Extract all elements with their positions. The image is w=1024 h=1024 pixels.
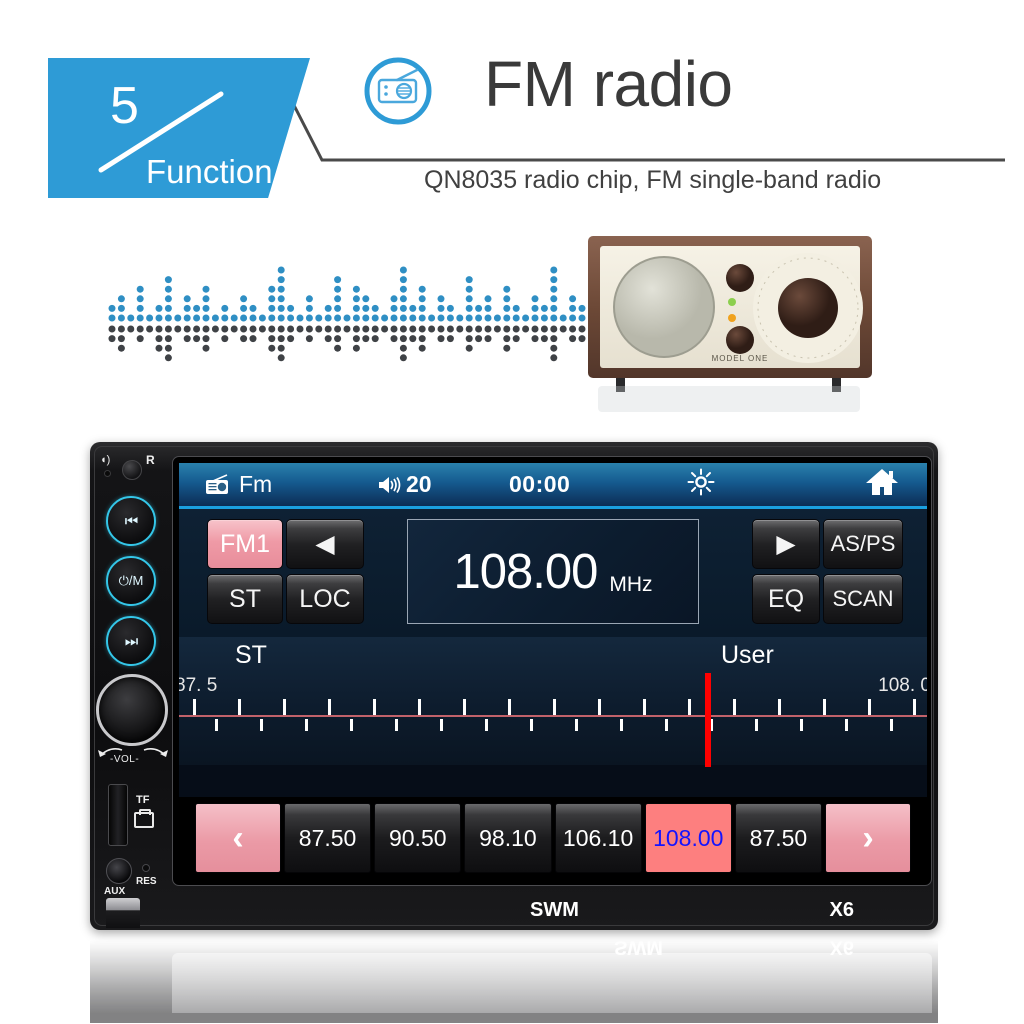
right-button-group: ▶ AS/PS EQ SCAN [752, 519, 903, 624]
badge-label: Function [146, 153, 273, 190]
hw-power-icon: ⏻/M [118, 573, 144, 588]
scale-max-label: 108. 0 [878, 675, 927, 696]
user-eq-indicator: User [721, 641, 774, 669]
frequency-unit: MHz [609, 573, 653, 596]
volume-value: 20 [406, 471, 432, 497]
reset-label: R [146, 453, 155, 467]
preset-button-active[interactable]: 108.00 [644, 803, 732, 873]
status-source-label: Fm [239, 471, 273, 497]
svg-text:MODEL ONE: MODEL ONE [712, 354, 769, 363]
vintage-radio-illustration: MODEL ONE [588, 236, 872, 412]
autostore-preset-scan-button[interactable]: AS/PS [823, 519, 903, 569]
brightness-button[interactable] [687, 468, 715, 501]
frequency-display: 108.00 MHz [407, 519, 699, 624]
equalizer-button[interactable]: EQ [752, 574, 820, 624]
band-select-button[interactable]: FM1 [207, 519, 283, 569]
tune-down-button[interactable]: ◀ [286, 519, 364, 569]
reflection-model: X6 [829, 936, 854, 958]
page-title: FM radio [484, 48, 733, 120]
left-button-group: FM1 ◀ ST LOC [207, 519, 367, 624]
tune-up-button[interactable]: ▶ [752, 519, 820, 569]
badge-number: 5 [110, 77, 139, 135]
scale-min-label: 87. 5 [179, 675, 218, 696]
device-brand-bar: SWM X6 [90, 892, 938, 930]
scale-baseline [179, 715, 927, 717]
tf-label: TF [136, 794, 150, 806]
radio-icon [364, 57, 432, 125]
status-bar: Fm 20 00:00 [179, 463, 927, 509]
home-icon [866, 469, 898, 495]
brightness-icon [687, 468, 715, 496]
preset-button[interactable]: 87.50 [734, 803, 823, 873]
aux-input-jack[interactable] [106, 858, 132, 884]
hw-next-icon: ⏭ [124, 632, 138, 650]
function-number-badge: 5 Function [48, 58, 310, 198]
tf-card-slot[interactable] [108, 784, 128, 846]
product-feature-page: 5 Function FM radio QN8035 radio chip, F… [0, 0, 1024, 1024]
preset-button[interactable]: 106.10 [554, 803, 642, 873]
hw-next-track-button[interactable]: ⏭ [106, 616, 156, 666]
hw-power-mode-button[interactable]: ⏻/M [106, 556, 156, 606]
reset-pinhole[interactable] [142, 864, 150, 872]
preset-button[interactable]: 98.10 [464, 803, 552, 873]
stereo-indicator: ST [235, 641, 267, 669]
model-name: X6 [829, 899, 854, 921]
volume-knob[interactable] [96, 674, 168, 746]
lcd-display: Fm 20 00:00 FM1 ◀ ST LOC 108.00 MHz ▶ AS… [179, 463, 927, 879]
reflection-brand: SWM [614, 936, 663, 958]
reset-knob-button[interactable] [122, 460, 142, 480]
volume-icon [379, 476, 401, 493]
device-left-control-panel: ◖) R ⏮ ⏻/M ⏭ -VOL- TF AUX RES [94, 446, 172, 928]
touchscreen-bezel: Fm 20 00:00 FM1 ◀ ST LOC 108.00 MHz ▶ AS… [172, 456, 932, 886]
preset-button[interactable]: 90.50 [374, 803, 462, 873]
page-subtitle: QN8035 radio chip, FM single-band radio [424, 166, 882, 194]
hw-previous-track-button[interactable]: ⏮ [106, 496, 156, 546]
frequency-value: 108.00 [453, 544, 598, 599]
car-stereo-device: ◖) R ⏮ ⏻/M ⏭ -VOL- TF AUX RES Fm 20 00:0… [90, 442, 938, 930]
memory-card-icon [134, 809, 154, 828]
volume-label: -VOL- [110, 754, 140, 765]
audio-waveform-dots-icon [108, 266, 586, 362]
preset-bar: ‹ 87.50 90.50 98.10 106.10 108.00 87.50 … [179, 797, 927, 879]
home-button[interactable] [865, 467, 899, 502]
tuning-needle[interactable] [705, 673, 711, 767]
fm-radio-icon [206, 473, 228, 494]
device-reflection: SWM X6 [90, 931, 938, 1023]
preset-button[interactable]: 87.50 [284, 803, 372, 873]
reflection-screen [172, 953, 932, 1013]
scan-button[interactable]: SCAN [823, 574, 903, 624]
status-volume[interactable]: 20 [377, 471, 432, 498]
tuning-scale[interactable]: ST User 87. 5 108. 0 [179, 637, 927, 767]
microphone-hole [104, 470, 111, 477]
hw-previous-icon: ⏮ [124, 512, 138, 530]
preset-page-prev-button[interactable]: ‹ [195, 803, 281, 873]
local-toggle-button[interactable]: LOC [286, 574, 364, 624]
radio-control-row: FM1 ◀ ST LOC 108.00 MHz ▶ AS/PS EQ SCAN [179, 509, 927, 637]
status-clock: 00:00 [509, 471, 571, 497]
res-label: RES [136, 876, 157, 887]
microphone-icon: ◖) [100, 454, 111, 466]
status-source[interactable]: Fm [205, 471, 272, 498]
preset-page-next-button[interactable]: › [825, 803, 912, 873]
brand-name: SWM [530, 899, 579, 921]
stereo-toggle-button[interactable]: ST [207, 574, 283, 624]
